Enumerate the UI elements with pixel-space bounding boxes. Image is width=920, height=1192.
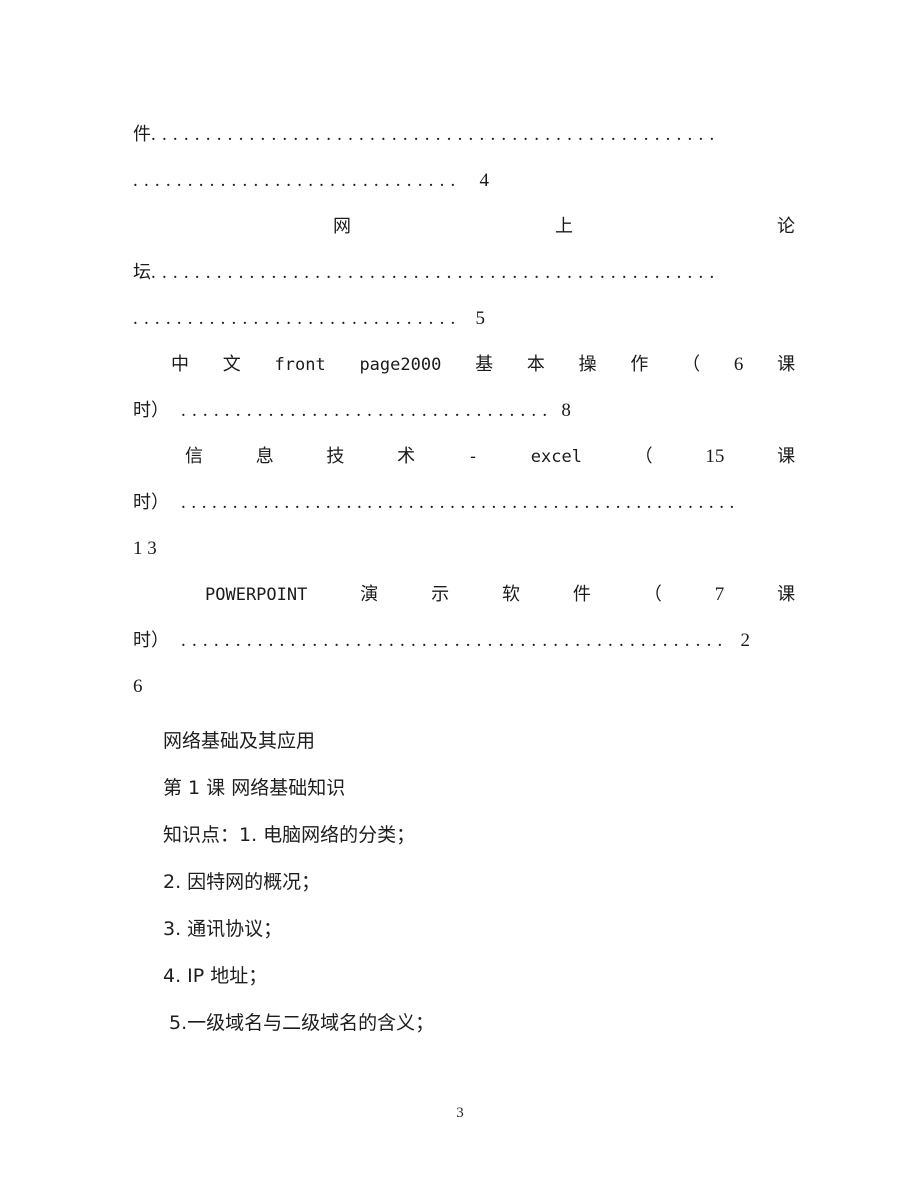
section-title: 网络基础及其应用: [163, 730, 316, 752]
toc-token: 件: [572, 584, 591, 605]
toc-page-number: 8: [561, 400, 571, 421]
lesson-title-line: 第 1 课 网络基础知识: [133, 765, 795, 812]
toc-page-number-wrapped-line: 1 3: [133, 526, 795, 572]
toc-token: front: [274, 355, 326, 375]
leader-dots: ..................................: [181, 400, 554, 421]
toc-char-wang: 网: [333, 216, 351, 237]
toc-page-number: 6: [133, 676, 143, 697]
toc-token: 软: [502, 584, 521, 605]
toc-token: excel: [530, 447, 582, 467]
toc-entry-ruanjian[interactable]: 件.......................................…: [133, 112, 795, 204]
toc-token: 作: [630, 354, 649, 375]
document-page: 件.......................................…: [0, 0, 920, 1192]
toc-entry-text: 件: [133, 124, 151, 145]
toc-token: 课: [777, 354, 795, 375]
toc-page-number: 5: [475, 308, 486, 329]
toc-line: 时）.................................. 8: [133, 388, 795, 434]
toc-token: 课: [777, 584, 795, 605]
toc-entry-text: 坛: [133, 262, 151, 283]
knowledge-intro-line: 知识点：1. 电脑网络的分类；: [133, 812, 795, 859]
toc-token: 15: [705, 446, 725, 467]
toc-entry-text: 时）: [133, 400, 169, 421]
toc-entry-text: 时）: [133, 492, 169, 513]
toc-entry-wangshang-luntan[interactable]: 网 上 论 坛.................................…: [133, 204, 795, 342]
knowledge-point-line: 2. 因特网的概况；: [133, 859, 795, 906]
toc-token: POWERPOINT: [205, 585, 308, 605]
toc-line: 坛.......................................…: [133, 250, 795, 296]
knowledge-point-4: 4. IP 地址；: [163, 965, 268, 987]
toc-token: （: [634, 446, 653, 467]
knowledge-point-3: 3. 通讯协议；: [163, 918, 283, 940]
toc-line: 时）......................................…: [133, 480, 795, 526]
toc-token: 文: [222, 354, 241, 375]
leader-dots: ........................................…: [151, 262, 721, 283]
lesson-title: 第 1 课 网络基础知识: [163, 777, 346, 799]
leader-dots: ..............................: [133, 170, 462, 191]
toc-token: （: [682, 354, 701, 375]
toc-token: 6: [733, 354, 744, 375]
toc-token: 演: [360, 584, 379, 605]
toc-token: 息: [255, 446, 274, 467]
toc-token: 中: [171, 354, 189, 375]
toc-entry-frontpage[interactable]: 中 文 front page2000 基 本 操 作 （ 6 课 时）.....…: [133, 342, 795, 434]
toc-line-spread: 网 上 论: [133, 204, 795, 250]
toc-page-number-wrapped-line: 6: [133, 664, 795, 710]
footer-page-number: 3: [456, 1105, 464, 1121]
body-content: 网络基础及其应用 第 1 课 网络基础知识 知识点：1. 电脑网络的分类； 2.…: [133, 718, 795, 1047]
toc-page-number: 1 3: [133, 538, 157, 559]
toc-token: 课: [777, 446, 795, 467]
leader-dots: ........................................…: [151, 124, 721, 145]
section-title-line: 网络基础及其应用: [133, 718, 795, 765]
toc-token: 示: [431, 584, 450, 605]
toc-token: 本: [526, 354, 545, 375]
toc-line-spread: POWERPOINT 演 示 软 件 （ 7 课: [133, 572, 795, 618]
toc-char-lun: 论: [777, 216, 795, 237]
toc-entry-text: 时）: [133, 630, 169, 651]
toc-page-number-part: 2: [740, 630, 751, 651]
toc-line-spread: 中 文 front page2000 基 本 操 作 （ 6 课: [133, 342, 795, 388]
toc-token: 术: [397, 446, 416, 467]
knowledge-point-line: 4. IP 地址；: [133, 953, 795, 1000]
toc-page-number: 4: [479, 170, 490, 191]
toc-line-continued: .............................. 4: [133, 158, 795, 204]
toc-line: 时）......................................…: [133, 618, 795, 664]
toc-entry-powerpoint[interactable]: POWERPOINT 演 示 软 件 （ 7 课 时）.............…: [133, 572, 795, 710]
leader-dots: ..............................: [133, 308, 462, 329]
table-of-contents: 件.......................................…: [133, 112, 795, 710]
toc-entry-excel[interactable]: 信 息 技 术 - excel （ 15 课 时）...............…: [133, 434, 795, 572]
knowledge-intro: 知识点：1. 电脑网络的分类；: [163, 824, 416, 846]
leader-dots: ........................................…: [181, 492, 740, 513]
toc-token: 技: [326, 446, 345, 467]
toc-char-shang: 上: [555, 216, 573, 237]
toc-line-continued: .............................. 5: [133, 296, 795, 342]
toc-token: page2000: [359, 355, 442, 375]
toc-token: 7: [714, 584, 725, 605]
toc-token: 信: [185, 446, 203, 467]
toc-token: 基: [475, 354, 494, 375]
toc-token-dash: -: [467, 447, 479, 467]
knowledge-point-2: 2. 因特网的概况；: [163, 871, 321, 893]
toc-line: 件.......................................…: [133, 112, 795, 158]
leader-dots: ........................................…: [181, 630, 729, 651]
toc-token: （: [643, 584, 662, 605]
toc-token: 操: [578, 354, 597, 375]
knowledge-point-line: 5.一级域名与二级域名的含义；: [133, 1000, 795, 1047]
knowledge-point-5: 5.一级域名与二级域名的含义；: [169, 1012, 435, 1034]
knowledge-point-line: 3. 通讯协议；: [133, 906, 795, 953]
toc-line-spread: 信 息 技 术 - excel （ 15 课: [133, 434, 795, 480]
